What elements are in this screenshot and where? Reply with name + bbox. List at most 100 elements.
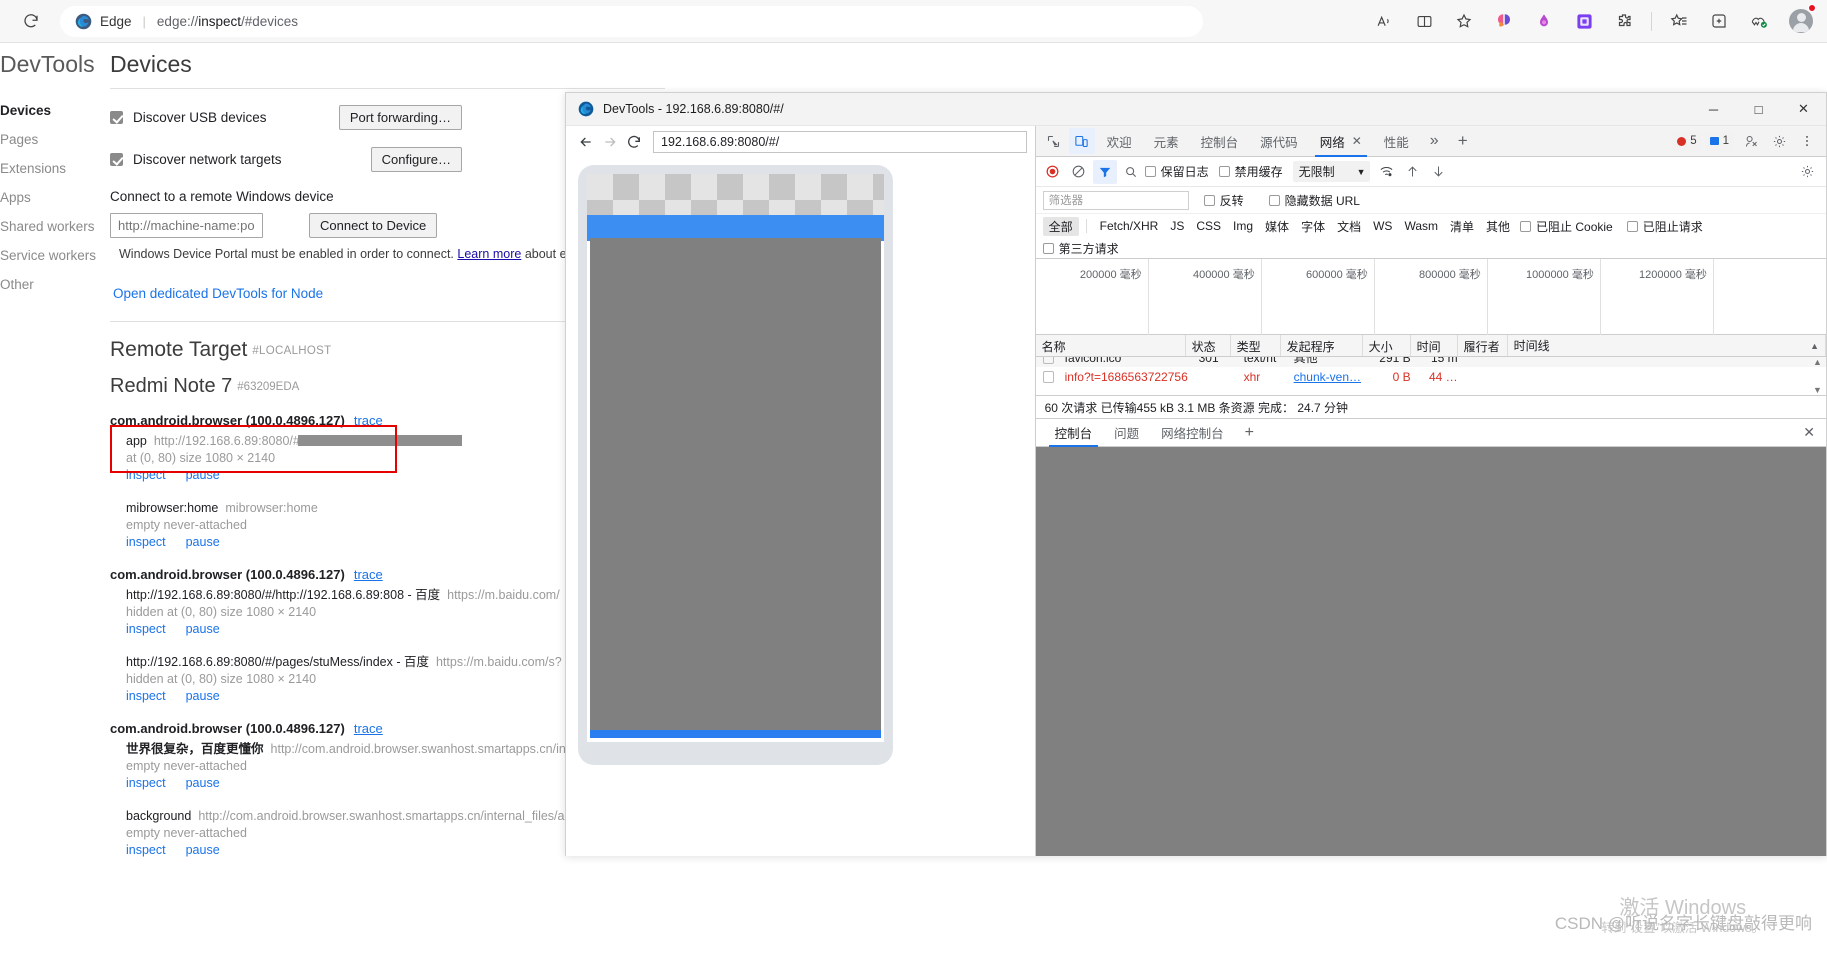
sidebar-item-shared-workers[interactable]: Shared workers	[0, 212, 108, 241]
reload-icon[interactable]	[622, 130, 646, 154]
invert-checkbox[interactable]: 反转	[1203, 192, 1244, 209]
puzzle-extensions-icon[interactable]	[1609, 6, 1639, 36]
gear-icon[interactable]	[1766, 128, 1792, 154]
close-icon[interactable]: ✕	[1803, 424, 1826, 441]
device-screen[interactable]	[587, 174, 884, 742]
type-filter-js[interactable]: JS	[1164, 219, 1190, 233]
requests-table-body[interactable]: favicon.ico 301 text/ht 其他 291 B 15 m in…	[1035, 357, 1826, 395]
row-checkbox[interactable]	[1042, 370, 1054, 383]
column-header-time[interactable]: 时间	[1411, 335, 1458, 356]
tab-elements[interactable]: 元素	[1143, 126, 1190, 157]
pause-link[interactable]: pause	[186, 689, 220, 703]
tab-console[interactable]: 控制台	[1190, 126, 1250, 157]
device-screencast[interactable]	[578, 165, 1022, 826]
pause-link[interactable]: pause	[186, 535, 220, 549]
sidebar-item-service-workers[interactable]: Service workers	[0, 241, 108, 270]
close-icon[interactable]: ✕	[1352, 134, 1362, 148]
type-filter-other[interactable]: 其他	[1480, 218, 1516, 235]
console-output-area[interactable]	[1035, 447, 1826, 856]
column-header-fulfilled-by[interactable]: 履行者	[1458, 335, 1508, 356]
favorite-star-icon[interactable]	[1449, 6, 1479, 36]
inspect-link[interactable]: inspect	[126, 468, 166, 482]
sidebar-item-extensions[interactable]: Extensions	[0, 154, 108, 183]
drawer-add-tab-button[interactable]: +	[1235, 424, 1264, 442]
table-row[interactable]: favicon.ico 301 text/ht 其他 291 B 15 m	[1035, 357, 1826, 367]
clear-icon[interactable]	[1067, 160, 1091, 184]
kebab-menu-icon[interactable]	[1794, 128, 1820, 154]
connect-to-device-button[interactable]: Connect to Device	[309, 213, 438, 238]
type-filter-ws[interactable]: WS	[1367, 219, 1398, 233]
cast-icon[interactable]	[1738, 128, 1764, 154]
inspect-link[interactable]: inspect	[126, 776, 166, 790]
discover-usb-checkbox[interactable]	[110, 111, 123, 124]
sidebar-item-other[interactable]: Other	[0, 270, 108, 299]
download-arrow-icon[interactable]	[1427, 160, 1451, 184]
configure-button[interactable]: Configure…	[370, 147, 462, 172]
close-button[interactable]: ✕	[1781, 93, 1826, 125]
back-arrow-icon[interactable]	[574, 130, 598, 154]
network-overview-timeline[interactable]: 200000 毫秒 400000 毫秒 600000 毫秒 800000 毫秒 …	[1035, 259, 1826, 335]
type-filter-css[interactable]: CSS	[1190, 219, 1227, 233]
type-filter-fetch-xhr[interactable]: Fetch/XHR	[1094, 219, 1165, 233]
inspect-link[interactable]: inspect	[126, 689, 166, 703]
column-header-size[interactable]: 大小	[1363, 335, 1411, 356]
filter-input[interactable]: 筛选器	[1042, 190, 1189, 210]
port-forwarding-button[interactable]: Port forwarding…	[338, 105, 462, 130]
record-stop-icon[interactable]	[1041, 160, 1065, 184]
pause-link[interactable]: pause	[186, 843, 220, 857]
devtools-title-bar[interactable]: DevTools - 192.168.6.89:8080/#/ ─ □ ✕	[566, 93, 1826, 126]
sidebar-item-pages[interactable]: Pages	[0, 125, 108, 154]
type-filter-font[interactable]: 字体	[1295, 218, 1331, 235]
tab-performance[interactable]: 性能	[1373, 126, 1420, 157]
type-filter-doc[interactable]: 文档	[1331, 218, 1367, 235]
inspect-element-icon[interactable]	[1041, 128, 1067, 154]
type-filter-img[interactable]: Img	[1227, 219, 1259, 233]
column-header-type[interactable]: 类型	[1231, 335, 1281, 356]
filter-icon[interactable]	[1092, 159, 1117, 184]
read-aloud-icon[interactable]	[1369, 6, 1399, 36]
upload-arrow-icon[interactable]	[1401, 160, 1425, 184]
blocked-requests-checkbox[interactable]: 已阻止请求	[1626, 218, 1703, 235]
scroll-down-icon[interactable]: ▼	[1813, 385, 1822, 395]
drawer-tab-console[interactable]: 控制台	[1044, 419, 1104, 447]
learn-more-link[interactable]: Learn more	[457, 247, 521, 261]
favorites-list-icon[interactable]	[1664, 6, 1694, 36]
error-count-badge[interactable]: 5	[1672, 131, 1702, 151]
screencast-address-input[interactable]: 192.168.6.89:8080/#/	[653, 131, 1027, 153]
split-screen-icon[interactable]	[1409, 6, 1439, 36]
type-filter-media[interactable]: 媒体	[1259, 218, 1295, 235]
pause-link[interactable]: pause	[186, 622, 220, 636]
drawer-tab-network-console[interactable]: 网络控制台	[1150, 419, 1235, 447]
avatar[interactable]	[1789, 9, 1813, 33]
gear-icon[interactable]	[1795, 160, 1819, 184]
trace-link[interactable]: trace	[354, 721, 383, 736]
message-count-badge[interactable]: 1	[1704, 131, 1734, 151]
column-header-initiator[interactable]: 发起程序	[1281, 335, 1363, 356]
table-row[interactable]: info?t=1686563722756 xhr chunk-ven… 0 B …	[1036, 367, 1826, 386]
extension-app-icon[interactable]	[1569, 6, 1599, 36]
third-party-checkbox[interactable]: 第三方请求	[1042, 240, 1119, 257]
tab-welcome[interactable]: 欢迎	[1096, 126, 1143, 157]
column-header-status[interactable]: 状态	[1186, 335, 1231, 356]
maximize-button[interactable]: □	[1736, 93, 1781, 125]
disable-cache-checkbox[interactable]: 禁用缓存	[1218, 163, 1283, 180]
row-checkbox[interactable]	[1042, 357, 1054, 364]
wifi-conditions-icon[interactable]	[1375, 160, 1399, 184]
drop-icon[interactable]	[1529, 6, 1559, 36]
device-toolbar-icon[interactable]	[1068, 128, 1095, 154]
table-scrollbar[interactable]: ▲ ▼	[1811, 357, 1824, 395]
throttling-dropdown[interactable]: 无限制 ▼	[1292, 161, 1370, 182]
more-tabs-icon[interactable]: »	[1420, 132, 1449, 150]
pause-link[interactable]: pause	[186, 468, 220, 482]
forward-arrow-icon[interactable]	[598, 130, 622, 154]
tab-network[interactable]: 网络 ✕	[1309, 126, 1373, 157]
pause-link[interactable]: pause	[186, 776, 220, 790]
type-filter-all[interactable]: 全部	[1042, 216, 1079, 236]
tab-sources[interactable]: 源代码	[1249, 126, 1309, 157]
hide-data-urls-checkbox[interactable]: 隐藏数据 URL	[1268, 192, 1360, 209]
minimize-button[interactable]: ─	[1691, 93, 1736, 125]
column-header-name[interactable]: 名称	[1036, 335, 1186, 356]
initiator-link[interactable]: chunk-ven…	[1294, 370, 1361, 384]
search-icon[interactable]	[1119, 160, 1143, 184]
type-filter-wasm[interactable]: Wasm	[1398, 219, 1444, 233]
